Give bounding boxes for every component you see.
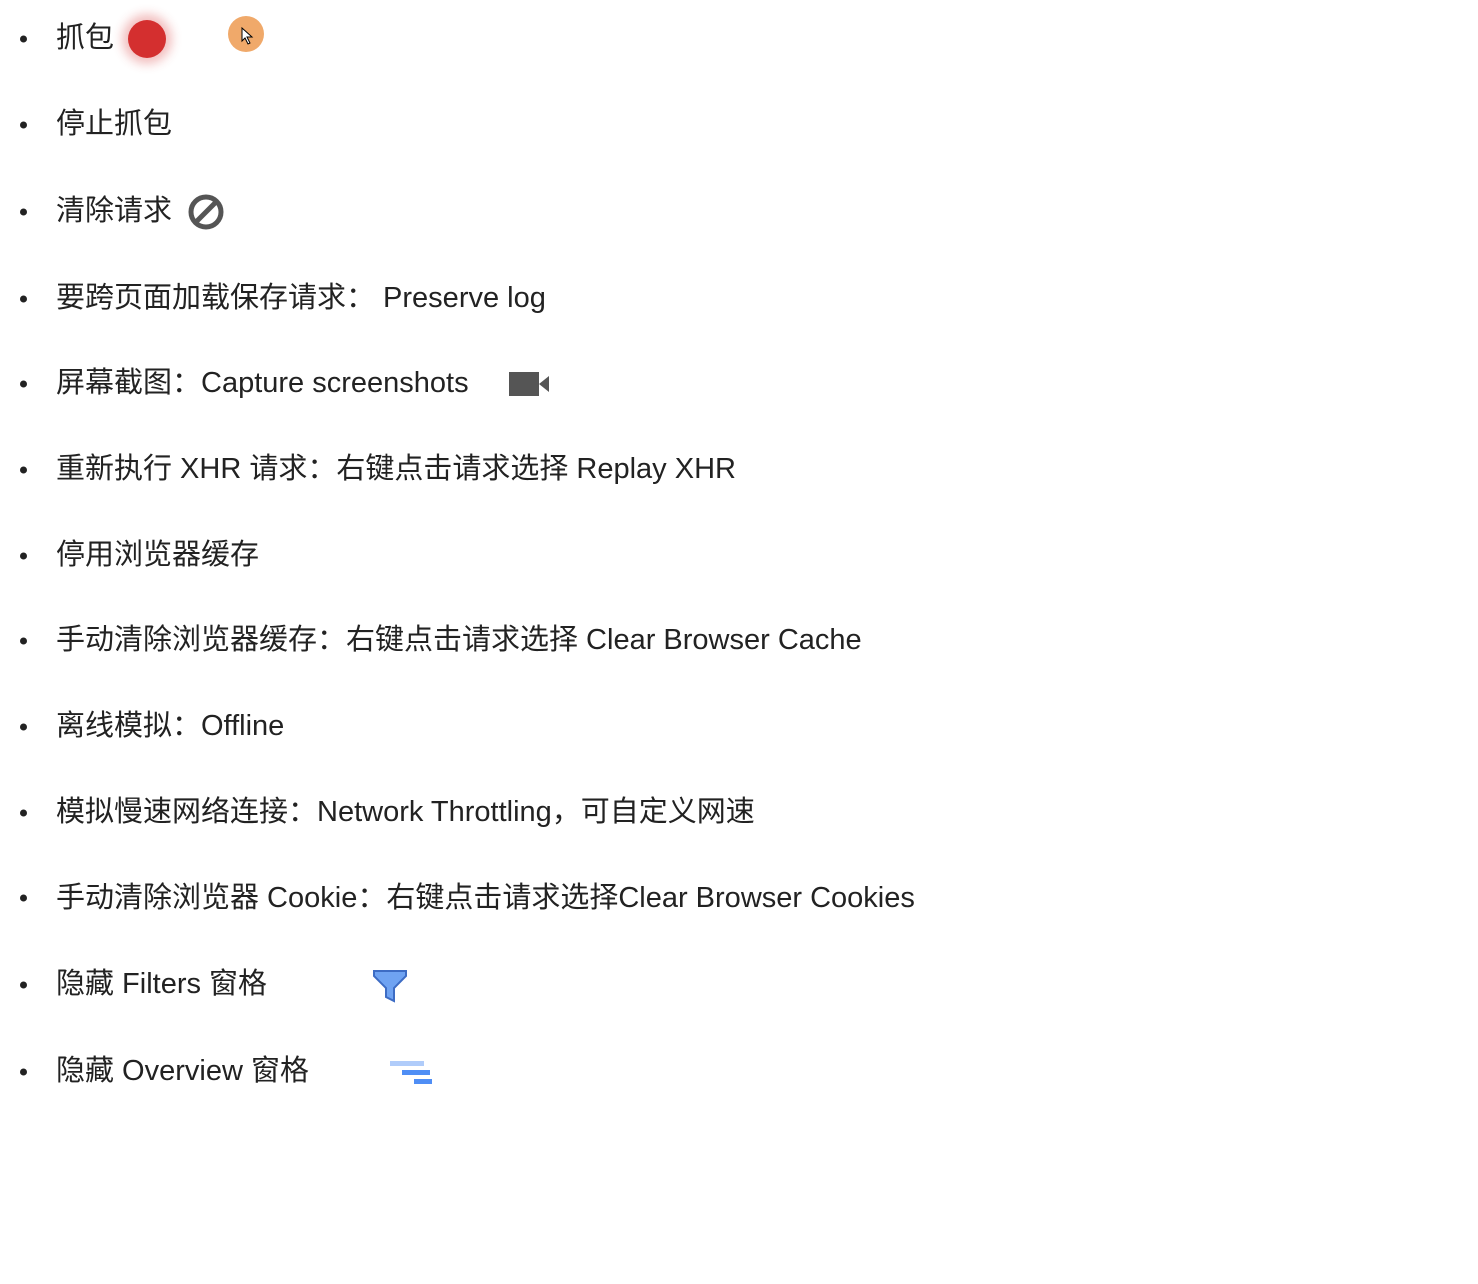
item-text: 离线模拟：Offline [56,708,284,746]
item-text: 手动清除浏览器缓存：右键点击请求选择 Clear Browser Cache [56,622,862,660]
camera-icon [509,372,549,396]
list-item: 模拟慢速网络连接：Network Throttling，可自定义网速 [0,794,1478,832]
item-text: 隐藏 Overview 窗格 [56,1053,376,1091]
feature-list: 抓包 停止抓包 清除请求 要跨页面加载保存请求： Preserve log 屏幕… [0,0,1478,1091]
item-text: 抓包 [56,20,114,58]
overview-icon [390,1061,432,1084]
list-item: 清除请求 [0,192,1478,232]
list-item: 要跨页面加载保存请求： Preserve log [0,280,1478,318]
list-item: 屏幕截图：Capture screenshots [0,365,1478,403]
list-item: 抓包 [0,20,1478,58]
filter-icon [370,965,410,1005]
item-text: 屏幕截图：Capture screenshots [56,365,469,403]
record-icon [128,20,166,58]
list-item: 隐藏 Overview 窗格 [0,1053,1478,1091]
list-item: 隐藏 Filters 窗格 [0,965,1478,1005]
list-item: 手动清除浏览器缓存：右键点击请求选择 Clear Browser Cache [0,622,1478,660]
item-text: 隐藏 Filters 窗格 [56,966,356,1004]
list-item: 离线模拟：Offline [0,708,1478,746]
item-text: 重新执行 XHR 请求：右键点击请求选择 Replay XHR [56,451,736,489]
list-item: 停止抓包 [0,106,1478,144]
list-item: 重新执行 XHR 请求：右键点击请求选择 Replay XHR [0,451,1478,489]
prohibit-icon [186,192,226,232]
item-text: 模拟慢速网络连接：Network Throttling，可自定义网速 [56,794,755,832]
item-text: 要跨页面加载保存请求： Preserve log [56,280,546,318]
item-text: 清除请求 [56,193,172,231]
item-text: 停止抓包 [56,106,172,144]
list-item: 手动清除浏览器 Cookie：右键点击请求选择Clear Browser Coo… [0,880,1478,918]
list-item: 停用浏览器缓存 [0,537,1478,575]
item-text: 手动清除浏览器 Cookie：右键点击请求选择Clear Browser Coo… [56,880,915,918]
item-text: 停用浏览器缓存 [56,537,259,575]
